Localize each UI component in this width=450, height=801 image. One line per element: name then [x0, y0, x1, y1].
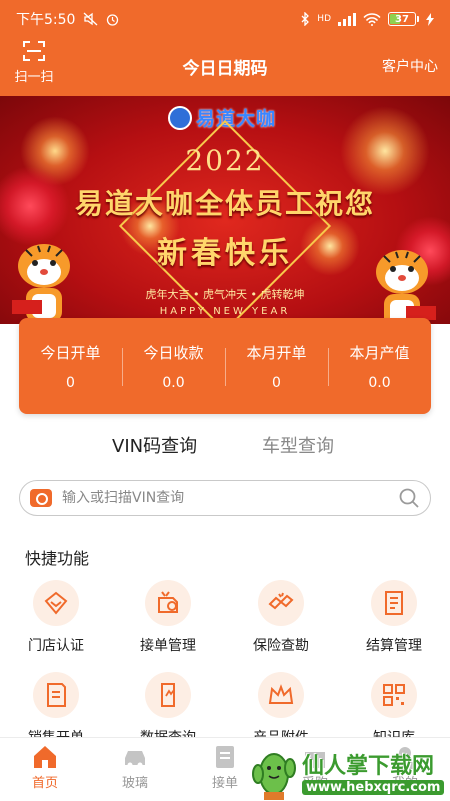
tab-vin-query[interactable]: VIN码查询: [112, 432, 197, 458]
tab-label: 玻璃: [121, 776, 148, 791]
stat-value: 0.0: [162, 374, 185, 391]
stat-value: 0: [66, 374, 75, 391]
vin-search-box: [19, 480, 431, 516]
stat-label: 本月产值: [349, 343, 410, 362]
stats-card: 今日开单 0 今日收款 0.0 本月开单 0 本月产值 0.0: [19, 318, 431, 414]
tab-home[interactable]: 首页: [5, 744, 85, 791]
tab-glass[interactable]: 玻璃: [95, 744, 175, 791]
grid-label: 结算管理: [366, 638, 422, 654]
alarm-icon: [107, 13, 119, 26]
shop-certify-button[interactable]: 门店认证: [0, 580, 112, 655]
status-right: HD 37: [301, 12, 434, 26]
wifi-icon: [363, 12, 381, 26]
settlement-button[interactable]: 结算管理: [338, 580, 450, 655]
insurance-survey-icon: [258, 580, 304, 626]
bluetooth-icon: [301, 12, 310, 26]
quick-functions-title: 快捷功能: [25, 549, 90, 568]
stat-value: 0.0: [368, 374, 391, 391]
stat-today-payments[interactable]: 今日收款 0.0: [122, 318, 225, 414]
network-type: HD: [317, 14, 331, 24]
receive-order-icon: [216, 746, 234, 768]
grid-label: 保险查勘: [253, 638, 309, 654]
charging-icon: [426, 12, 434, 26]
order-manage-icon: [145, 580, 191, 626]
tiger-mascot-right-icon: [376, 250, 436, 324]
tab-label: 首页: [31, 776, 58, 791]
stat-label: 今日收款: [143, 343, 204, 362]
status-time: 下午5:50: [16, 12, 76, 28]
query-tabs: VIN码查询 车型查询: [0, 432, 450, 466]
settlement-icon: [371, 580, 417, 626]
stat-month-orders[interactable]: 本月开单 0: [225, 318, 328, 414]
stat-value: 0: [272, 374, 281, 391]
grid-label: 门店认证: [28, 638, 84, 654]
knowledge-base-button[interactable]: 知识库: [338, 672, 450, 747]
search-icon[interactable]: [398, 487, 420, 509]
insurance-survey-button[interactable]: 保险查勘: [225, 580, 337, 655]
watermark-text: 仙人掌下载网 www.hebxqrc.com: [302, 748, 445, 795]
camera-icon[interactable]: [30, 489, 52, 507]
qr-knowledge-icon: [371, 672, 417, 718]
car-icon: [125, 751, 145, 768]
product-crown-icon: [258, 672, 304, 718]
watermark-site-name: 仙人掌下载网: [302, 754, 435, 779]
vin-search-input[interactable]: [62, 490, 398, 506]
signal-icon: [338, 12, 356, 26]
watermark-url: www.hebxqrc.com: [302, 780, 445, 795]
customer-center-link[interactable]: 客户中心: [382, 56, 438, 76]
tab-model-query[interactable]: 车型查询: [262, 432, 334, 458]
data-query-button[interactable]: 数据查询: [112, 672, 224, 747]
nav-bar: 扫一扫 今日日期码 客户中心: [0, 38, 450, 94]
sales-order-icon: [33, 672, 79, 718]
stat-month-output[interactable]: 本月产值 0.0: [328, 318, 431, 414]
battery-icon: 37: [388, 12, 419, 26]
grid-label: 接单管理: [140, 638, 196, 654]
battery-level: 37: [395, 13, 409, 25]
banner-year: 2022: [185, 144, 265, 177]
stat-label: 本月开单: [246, 343, 307, 362]
data-query-icon: [145, 672, 191, 718]
new-year-banner[interactable]: 易道大咖 2022 易道大咖全体员工祝您 新春快乐 虎年大吉 • 虎气冲天 • …: [0, 96, 450, 324]
banner-greeting-line1: 易道大咖全体员工祝您: [74, 187, 375, 220]
tiger-mascot-left-icon: [12, 244, 70, 322]
app-screen: 下午5:50 HD 37 扫一扫 今日日期码 客户中心 易道大咖 2022 易道…: [0, 0, 450, 801]
watermark: 仙人掌下载网 www.hebxqrc.com: [250, 742, 450, 801]
stat-label: 今日开单: [40, 343, 101, 362]
stat-today-orders[interactable]: 今日开单 0: [19, 318, 122, 414]
tab-label: 接单: [211, 776, 238, 791]
top-header: 下午5:50 HD 37 扫一扫 今日日期码 客户中心: [0, 0, 450, 96]
sales-order-button[interactable]: 销售开单: [0, 672, 112, 747]
product-accessory-button[interactable]: 产品附件: [225, 672, 337, 747]
home-icon: [34, 746, 56, 768]
banner-logo-text: 易道大咖: [196, 108, 277, 130]
cactus-mascot-icon: [252, 752, 296, 800]
shop-certify-icon: [33, 580, 79, 626]
mute-icon: [84, 12, 98, 26]
logo-mascot-icon: [168, 105, 192, 130]
order-manage-button[interactable]: 接单管理: [112, 580, 224, 655]
status-bar: 下午5:50 HD 37: [0, 0, 450, 38]
status-left-icons: [83, 12, 120, 27]
